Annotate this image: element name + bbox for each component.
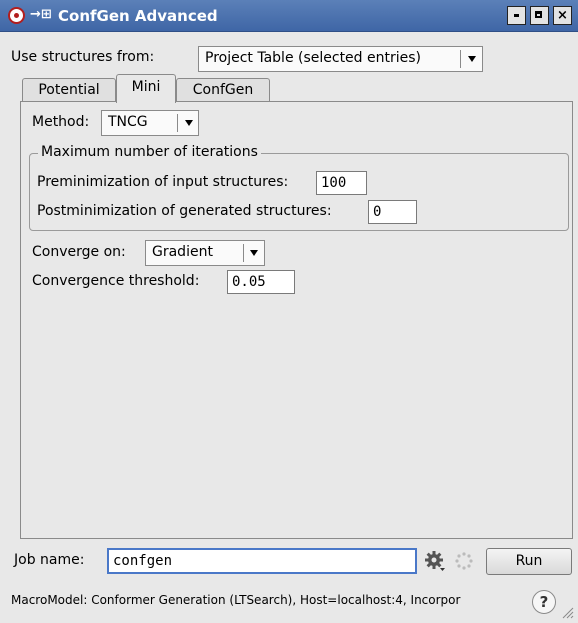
tab-mini[interactable]: Mini xyxy=(116,74,176,103)
source-label: Use structures from: xyxy=(11,49,155,65)
converge-label: Converge on: xyxy=(32,244,126,260)
pin-icon[interactable]: →⊞ xyxy=(30,6,52,24)
spinner-icon xyxy=(455,552,473,570)
job-name-label: Job name: xyxy=(14,552,85,568)
window-title: ConfGen Advanced xyxy=(58,7,218,25)
gear-icon[interactable] xyxy=(424,550,446,572)
iterations-group-title: Maximum number of iterations xyxy=(38,144,261,160)
resize-grip-icon[interactable] xyxy=(560,605,574,619)
premin-field[interactable] xyxy=(316,171,367,195)
chevron-down-icon xyxy=(250,250,258,256)
tab-potential[interactable]: Potential xyxy=(22,78,116,102)
converge-select[interactable]: Gradient xyxy=(145,240,265,266)
status-text: MacroModel: Conformer Generation (LTSear… xyxy=(11,593,461,607)
maximize-button[interactable] xyxy=(530,6,549,25)
app-icon[interactable] xyxy=(8,7,25,24)
chevron-down-icon xyxy=(185,120,193,126)
iterations-group xyxy=(29,153,569,231)
premin-label: Preminimization of input structures: xyxy=(37,174,289,190)
source-select-value: Project Table (selected entries) xyxy=(205,50,422,66)
threshold-field[interactable] xyxy=(227,270,295,294)
help-icon[interactable]: ? xyxy=(532,590,556,614)
close-button[interactable]: × xyxy=(553,6,572,25)
minimize-button[interactable] xyxy=(507,6,526,25)
postmin-field[interactable] xyxy=(368,200,417,224)
postmin-label: Postminimization of generated structures… xyxy=(37,203,332,219)
threshold-label: Convergence threshold: xyxy=(32,273,200,289)
converge-select-value: Gradient xyxy=(152,244,213,260)
run-button[interactable]: Run xyxy=(486,548,572,575)
chevron-down-icon xyxy=(468,56,476,62)
method-select[interactable]: TNCG xyxy=(101,110,199,136)
source-select[interactable]: Project Table (selected entries) xyxy=(198,46,483,72)
method-label: Method: xyxy=(32,114,90,130)
method-select-value: TNCG xyxy=(108,114,148,130)
job-name-input[interactable] xyxy=(107,548,417,574)
tab-confgen[interactable]: ConfGen xyxy=(176,78,270,102)
